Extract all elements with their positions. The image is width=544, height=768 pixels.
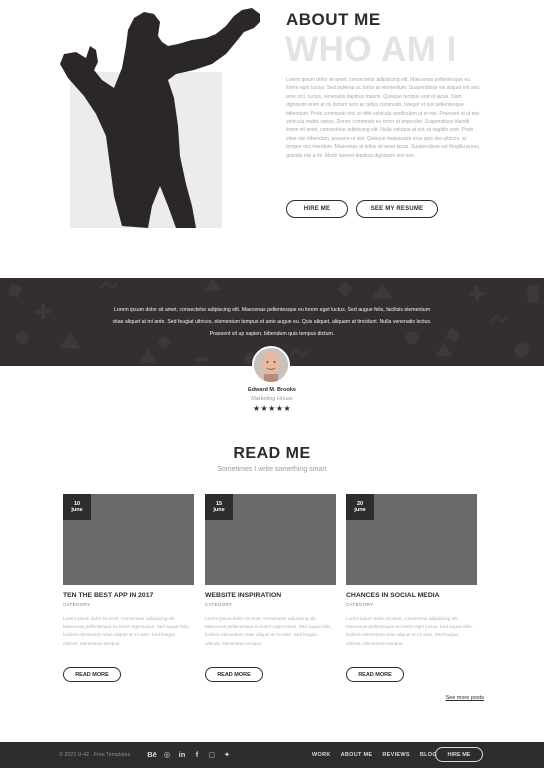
linkedin-icon[interactable]: in (177, 749, 187, 760)
read-more-button[interactable]: READ MORE (205, 667, 263, 682)
blog-section-subtitle: Sometimes I write something smart (217, 466, 327, 473)
about-title: ABOUT ME (286, 10, 381, 29)
read-more-button[interactable]: READ MORE (63, 667, 121, 682)
blog-card-category: CATEGORY (205, 602, 233, 607)
avatar-face-icon (254, 348, 288, 382)
about-silhouette-image (60, 8, 260, 228)
testimonial-quote: Lorem ipsum dolor sit amet, consectetur … (112, 307, 432, 337)
blog-card-title[interactable]: CHANCES IN SOCIAL MEDIA (346, 592, 477, 599)
about-section: ABOUT ME WHO AM I Lorem ipsum dolor sit … (0, 0, 544, 278)
social-links: Bē ◎ in f ◻ ✦ (147, 749, 232, 760)
blog-section-title: READ ME (233, 445, 311, 462)
blog-card-date-badge: 15 june (205, 494, 233, 520)
blog-card-month: june (354, 507, 366, 513)
facebook-icon[interactable]: f (192, 749, 202, 760)
footer-nav-reviews[interactable]: REVIEWS (382, 752, 409, 758)
testimonial-author-role: Marketing House (251, 396, 293, 402)
blog-card-excerpt: Lorem ipsum dolor sit amet, consectetur … (346, 616, 473, 646)
blog-card-date-badge: 20 june (346, 494, 374, 520)
behance-icon[interactable]: Bē (147, 749, 157, 760)
blog-card-month: june (213, 507, 225, 513)
testimonial-avatar (252, 346, 290, 384)
blog-card-excerpt: Lorem ipsum dolor sit amet, consectetur … (205, 616, 332, 646)
blog-card-category: CATEGORY (63, 602, 91, 607)
blog-card-title[interactable]: WEBSITE INSPIRATION (205, 592, 336, 599)
blog-card-category: CATEGORY (346, 602, 374, 607)
hire-me-button[interactable]: HIRE ME (286, 200, 348, 218)
footer-nav-work[interactable]: WORK (312, 752, 331, 758)
dribbble-icon[interactable]: ◎ (162, 749, 172, 760)
footer-nav: WORK ABOUT ME REVIEWS BLOG (312, 752, 437, 758)
blog-card-date-badge: 10 june (63, 494, 91, 520)
blog-card-title[interactable]: TEN THE BEST APP IN 2017 (63, 592, 194, 599)
read-more-button[interactable]: READ MORE (346, 667, 404, 682)
footer-hire-me-button[interactable]: HIRE ME (435, 747, 483, 762)
about-description: Lorem ipsum dolor sit amet, consectetur … (286, 77, 481, 159)
twitter-icon[interactable]: ✦ (222, 749, 232, 760)
blog-card-excerpt: Lorem ipsum dolor sit amet, consectetur … (63, 616, 190, 646)
blog-card-month: june (71, 507, 83, 513)
rating-stars-icon: ★★★★★ (252, 404, 292, 413)
instagram-icon[interactable]: ◻ (207, 749, 217, 760)
see-more-posts-link[interactable]: See more posts (430, 695, 484, 701)
about-subtitle: WHO AM I (285, 30, 457, 69)
testimonial-author-name: Edward M. Brooks (248, 387, 296, 393)
copyright-text: © 2022 U-42 · Free Templates (59, 752, 131, 758)
see-resume-button[interactable]: SEE MY RESUME (356, 200, 438, 218)
footer: © 2022 U-42 · Free Templates Bē ◎ in f ◻… (0, 742, 544, 768)
footer-nav-about[interactable]: ABOUT ME (341, 752, 373, 758)
